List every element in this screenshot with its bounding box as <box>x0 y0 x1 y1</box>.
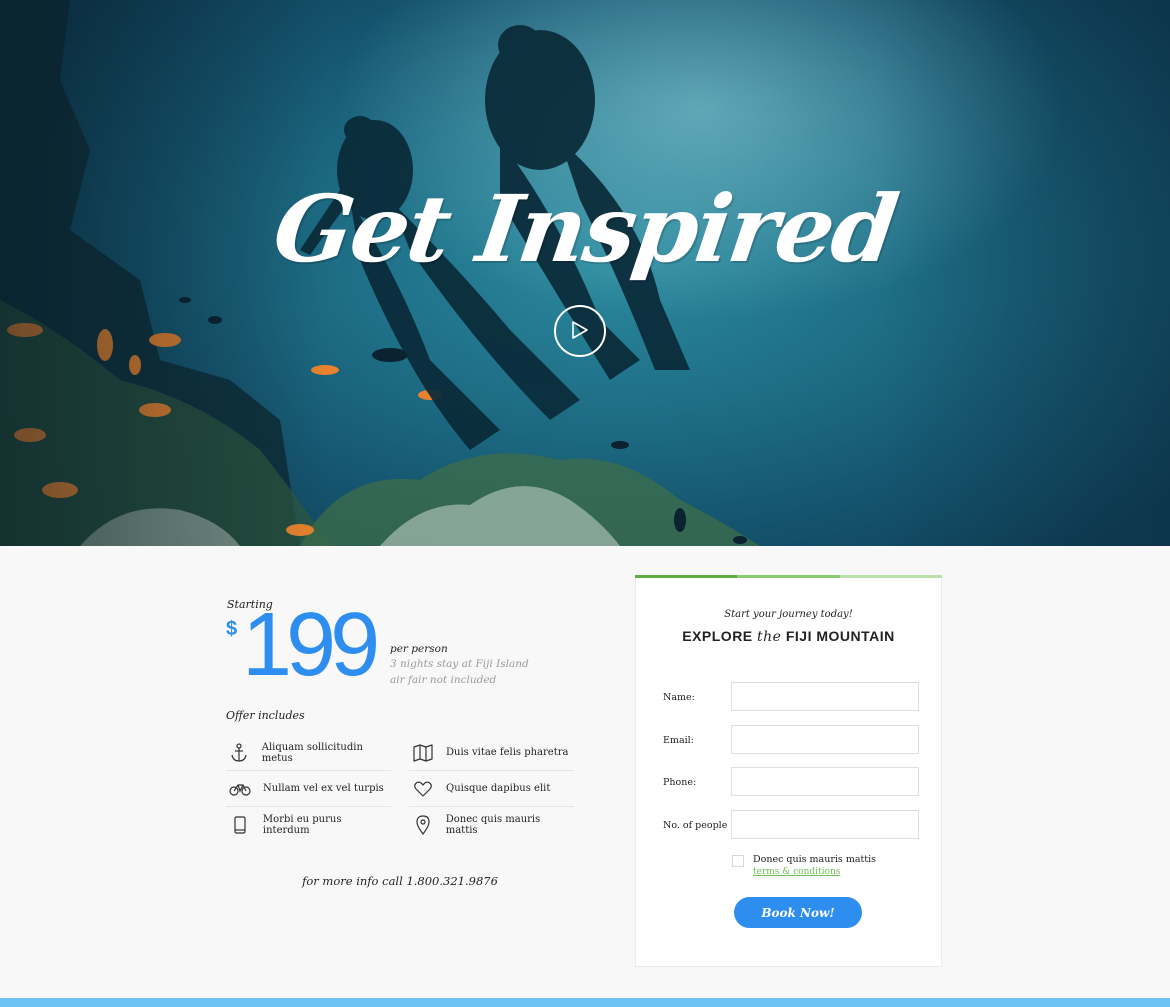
people-field-row: No. of people <box>663 810 921 841</box>
offer-item: Quisque dapibus elit <box>409 771 574 807</box>
offer-list: Aliquam sollicitudin metus Duis vitae fe… <box>226 735 574 843</box>
people-input[interactable] <box>731 810 919 839</box>
phone-label: Phone: <box>663 777 697 788</box>
map-icon <box>409 743 437 763</box>
play-video-button[interactable] <box>554 305 606 357</box>
checkbox-label: Donec quis mauris mattis <box>753 854 877 865</box>
offer-item: Donec quis mauris mattis <box>409 807 574 843</box>
phone-icon <box>226 815 254 835</box>
form-heading: EXPLORE the FIJI MOUNTAIN <box>636 628 941 645</box>
terms-link[interactable]: terms & conditions <box>753 867 840 877</box>
bicycle-icon <box>226 779 254 799</box>
bottom-accent-bar <box>0 998 1170 1007</box>
phone-field-row: Phone: <box>663 767 921 798</box>
heart-icon <box>409 779 437 799</box>
offer-item: Aliquam sollicitudin metus <box>226 735 391 771</box>
location-pin-icon <box>409 815 437 835</box>
form-tagline: Start your journey today! <box>724 609 853 620</box>
offer-title: Offer includes <box>226 709 305 722</box>
form-heading-the: the <box>757 629 782 645</box>
email-input[interactable] <box>731 725 919 754</box>
form-top-accent <box>635 575 942 578</box>
hero-title: Get Inspired <box>267 175 903 283</box>
form-heading-explore: EXPLORE <box>682 628 753 644</box>
booking-form: Start your journey today! EXPLORE the FI… <box>635 575 942 967</box>
price-detail-stay: 3 nights stay at Fiji Island <box>390 658 529 670</box>
offer-item-label: Duis vitae felis pharetra <box>446 747 569 758</box>
offer-item: Morbi eu purus interdum <box>226 807 391 843</box>
form-heading-fiji: FIJI MOUNTAIN <box>785 628 895 644</box>
terms-checkbox[interactable] <box>732 855 744 867</box>
price-currency: $ <box>226 618 238 640</box>
name-input[interactable] <box>731 682 919 711</box>
more-info-phone: for more info call 1.800.321.9876 <box>302 874 498 888</box>
offer-item: Nullam vel ex vel turpis <box>226 771 391 807</box>
book-now-button[interactable]: Book Now! <box>734 897 862 928</box>
offer-item-label: Donec quis mauris mattis <box>445 814 541 836</box>
anchor-icon <box>226 742 253 763</box>
hero-banner: Get Inspired <box>0 0 1170 546</box>
play-icon <box>572 321 588 339</box>
phone-input[interactable] <box>731 767 919 796</box>
people-label: No. of people <box>663 820 728 831</box>
email-field-row: Email: <box>663 725 921 756</box>
name-label: Name: <box>663 692 695 703</box>
price-detail-airfare: air fair not included <box>390 674 497 686</box>
email-label: Email: <box>663 735 694 746</box>
price-amount: 199 <box>242 595 380 695</box>
offer-item-label: Morbi eu purus interdum <box>262 814 342 836</box>
per-person-label: per person <box>390 643 448 655</box>
offer-item-label: Aliquam sollicitudin metus <box>261 741 363 764</box>
offer-item-label: Quisque dapibus elit <box>446 783 551 794</box>
name-field-row: Name: <box>663 682 921 713</box>
offer-item: Duis vitae felis pharetra <box>409 735 574 771</box>
offer-item-label: Nullam vel ex vel turpis <box>263 783 384 794</box>
